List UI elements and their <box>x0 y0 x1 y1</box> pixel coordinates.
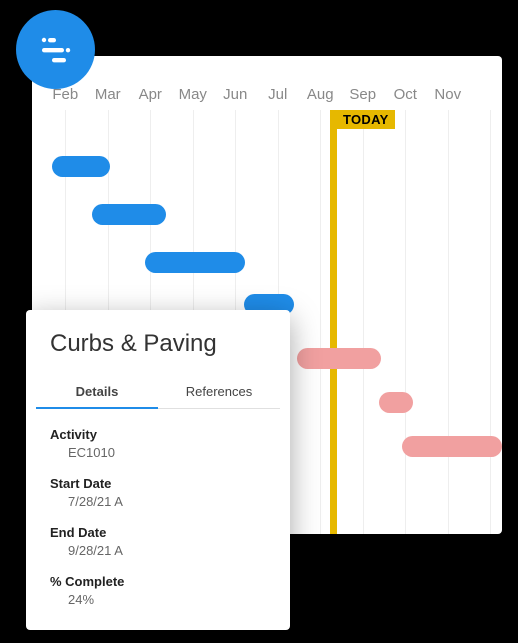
month-label: May <box>172 86 215 103</box>
months-header: FebMarAprMayJunJulAugSepOctNov <box>32 86 502 103</box>
detail-field: % Complete24% <box>50 574 266 607</box>
month-label: Apr <box>129 86 172 103</box>
panel-fields: ActivityEC1010 Start Date7/28/21 A End Dat… <box>26 409 290 641</box>
field-value: 7/28/21 A <box>50 491 266 509</box>
panel-title: Curbs & Paving <box>26 330 290 376</box>
month-label: Nov <box>427 86 470 103</box>
gantt-bar[interactable] <box>402 436 502 457</box>
detail-field: End Date9/28/21 A <box>50 525 266 558</box>
month-label: Sep <box>342 86 385 103</box>
field-value: EC1010 <box>50 442 266 460</box>
month-label: Jun <box>214 86 257 103</box>
panel-tabs: Details References <box>36 376 280 409</box>
app-logo-badge <box>16 10 95 89</box>
tab-details[interactable]: Details <box>36 376 158 409</box>
month-label: Oct <box>384 86 427 103</box>
month-label: Mar <box>87 86 130 103</box>
gantt-bar[interactable] <box>145 252 245 273</box>
gantt-bar[interactable] <box>92 204 166 225</box>
field-value: 24% <box>50 589 266 607</box>
tab-references[interactable]: References <box>158 376 280 408</box>
month-label: Jul <box>257 86 300 103</box>
today-label: TODAY <box>337 110 395 129</box>
today-marker <box>330 110 337 534</box>
month-label: Aug <box>299 86 342 103</box>
detail-field: Start Date7/28/21 A <box>50 476 266 509</box>
detail-field: ActivityEC1010 <box>50 427 266 460</box>
gantt-bar[interactable] <box>297 348 381 369</box>
field-label: Start Date <box>50 476 266 491</box>
gantt-bar[interactable] <box>379 392 413 413</box>
field-label: Activity <box>50 427 266 442</box>
logo-icon <box>34 28 78 72</box>
field-label: End Date <box>50 525 266 540</box>
details-panel: Curbs & Paving Details References Activi… <box>26 310 290 630</box>
gantt-bar[interactable] <box>52 156 110 177</box>
field-label: % Complete <box>50 574 266 589</box>
field-value: 9/28/21 A <box>50 540 266 558</box>
